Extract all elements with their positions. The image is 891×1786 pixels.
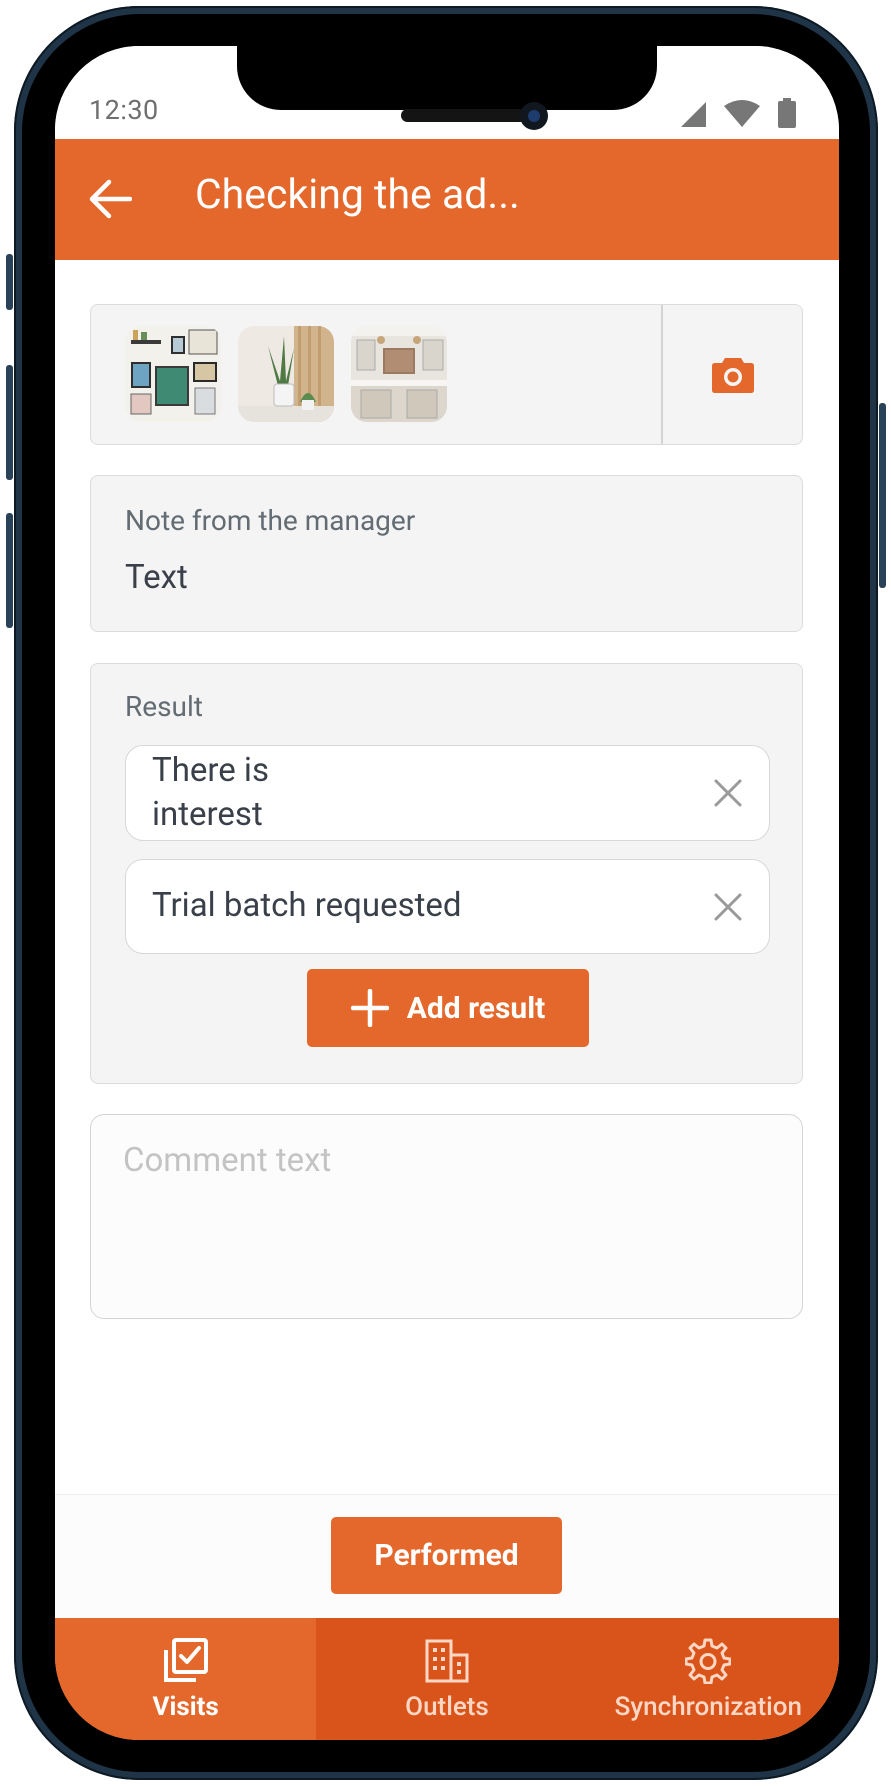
earpiece-speaker [401,109,527,122]
photos-card [90,304,803,445]
manager-note-label: Note from the manager [125,504,416,537]
result-chip[interactable]: Trial batch requested [125,859,770,954]
result-label: Result [125,690,203,723]
visits-check-icon [163,1638,208,1682]
side-button [6,254,13,310]
photo-thumbnail[interactable] [238,326,334,422]
back-arrow-icon[interactable] [88,179,132,219]
phone-screen: 12:30 Checking the ad... Note from the m… [55,46,839,1740]
take-photo-button[interactable] [662,305,804,444]
tab-synchronization-label: Synchronization [614,1692,802,1722]
action-bar: Performed [55,1494,839,1619]
building-icon [425,1639,469,1683]
result-chip-label: Trial batch requested [152,886,462,925]
tab-visits[interactable]: Visits [55,1618,317,1740]
manager-note-text: Text [125,558,188,597]
wifi-icon [724,100,760,127]
close-icon[interactable] [711,776,745,810]
performed-button[interactable]: Performed [331,1517,562,1594]
result-card: Result There is interest Trial batch req… [90,663,803,1084]
comment-field[interactable]: Comment text [90,1114,803,1319]
front-camera [520,102,548,130]
result-chip-label: There is interest [152,751,269,834]
photo-thumbnail[interactable] [125,326,221,422]
tab-outlets-label: Outlets [405,1692,489,1722]
plus-icon [350,989,389,1027]
add-result-button[interactable]: Add result [307,969,589,1047]
photo-thumbnail[interactable] [351,326,447,422]
status-time: 12:30 [89,94,159,126]
volume-up-button [6,365,13,480]
status-icons [679,98,797,128]
page-title: Checking the ad... [195,171,520,219]
tab-synchronization[interactable]: Synchronization [578,1618,839,1740]
gear-icon [685,1638,732,1684]
app-bar: Checking the ad... [55,139,839,260]
add-result-label: Add result [406,990,546,1026]
tab-outlets[interactable]: Outlets [316,1618,577,1740]
manager-note-card: Note from the manager Text [90,475,803,632]
comment-placeholder: Comment text [123,1141,332,1180]
result-chip[interactable]: There is interest [125,745,770,841]
camera-icon [712,357,754,393]
tab-visits-label: Visits [152,1692,219,1722]
camera-notch [237,46,657,110]
battery-icon [778,98,796,128]
power-button [879,403,886,588]
bottom-navigation: Visits Outlets Synchronization [55,1618,839,1740]
volume-down-button [6,513,13,628]
cellular-signal-icon [681,102,706,127]
close-icon[interactable] [711,890,745,924]
